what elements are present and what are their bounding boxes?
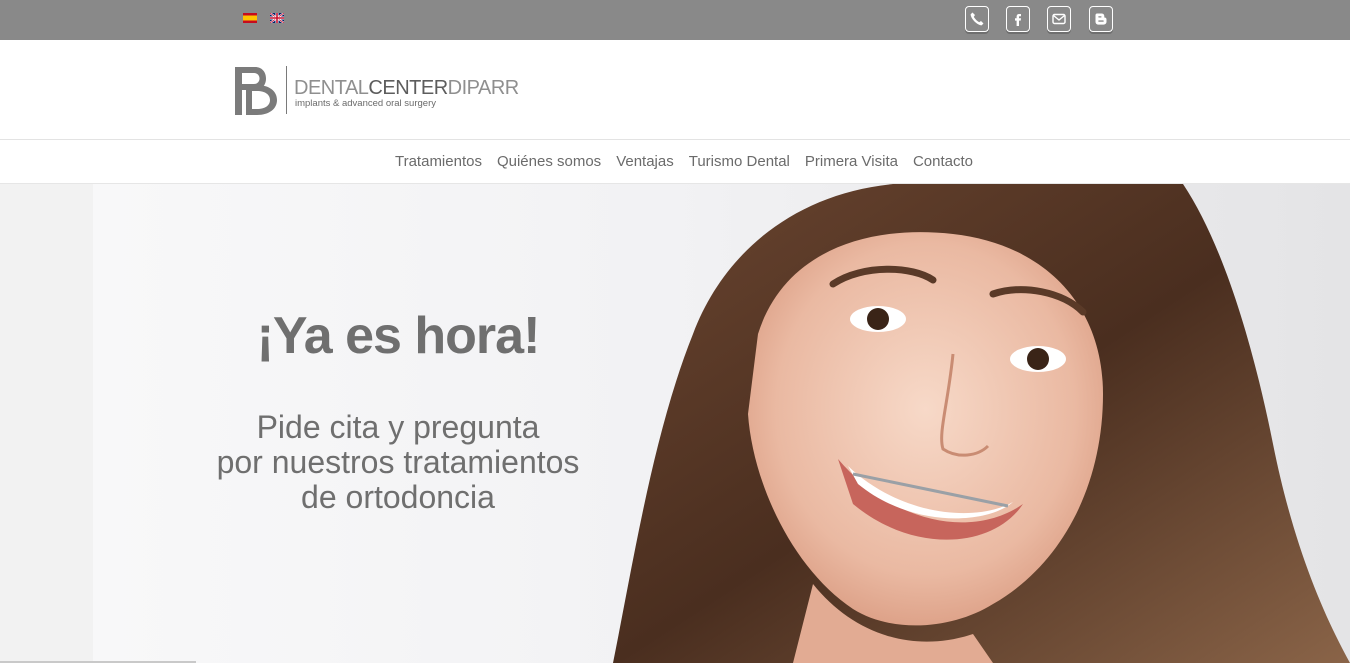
top-bar — [0, 0, 1350, 40]
site-logo[interactable]: DENTALCENTERDIPARR implants & advanced o… — [233, 65, 523, 117]
facebook-icon — [1015, 14, 1021, 26]
nav-item-turismo-dental[interactable]: Turismo Dental — [689, 153, 790, 170]
nav-item-ventajas[interactable]: Ventajas — [616, 153, 674, 170]
nav-item-contacto[interactable]: Contacto — [913, 153, 973, 170]
mail-icon — [1052, 13, 1066, 25]
hero-left-strip — [0, 184, 93, 663]
hero-slider: ¡Ya es hora! Pide cita y pregunta por nu… — [0, 184, 1350, 663]
hero-subtitle-line3: de ortodoncia — [301, 479, 495, 515]
logo-name-part3: DIPARR — [447, 77, 520, 99]
logo-mark-icon — [235, 67, 277, 115]
facebook-button[interactable] — [1006, 6, 1030, 32]
nav-item-primera-visita[interactable]: Primera Visita — [805, 153, 898, 170]
hero-subtitle-line2: por nuestros tratamientos — [216, 444, 580, 480]
site-header: DENTALCENTERDIPARR implants & advanced o… — [0, 40, 1350, 140]
logo-name: DENTALCENTERDIPARR — [294, 77, 519, 99]
phone-icon — [970, 12, 984, 26]
blogger-icon — [1095, 13, 1107, 25]
nav-item-quienes-somos[interactable]: Quiénes somos — [497, 153, 601, 170]
logo-name-part1: DENTAL — [294, 77, 369, 99]
logo-tagline: implants & advanced oral surgery — [295, 98, 436, 109]
spain-flag-icon[interactable] — [243, 13, 257, 23]
uk-flag-icon[interactable] — [270, 13, 284, 23]
hero-subtitle-line1: Pide cita y pregunta — [256, 409, 540, 445]
logo-name-part2: CENTER — [368, 77, 448, 99]
hero-title: ¡Ya es hora! — [256, 307, 541, 365]
nav-list: Tratamientos Quiénes somos Ventajas Turi… — [0, 153, 1350, 170]
nav-item-tratamientos[interactable]: Tratamientos — [395, 153, 482, 170]
main-nav: Tratamientos Quiénes somos Ventajas Turi… — [0, 141, 1350, 184]
phone-button[interactable] — [965, 6, 989, 32]
hero-subtitle: Pide cita y pregunta por nuestros tratam… — [195, 410, 601, 515]
mail-button[interactable] — [1047, 6, 1071, 32]
blogger-button[interactable] — [1089, 6, 1113, 32]
logo-divider — [286, 66, 287, 114]
